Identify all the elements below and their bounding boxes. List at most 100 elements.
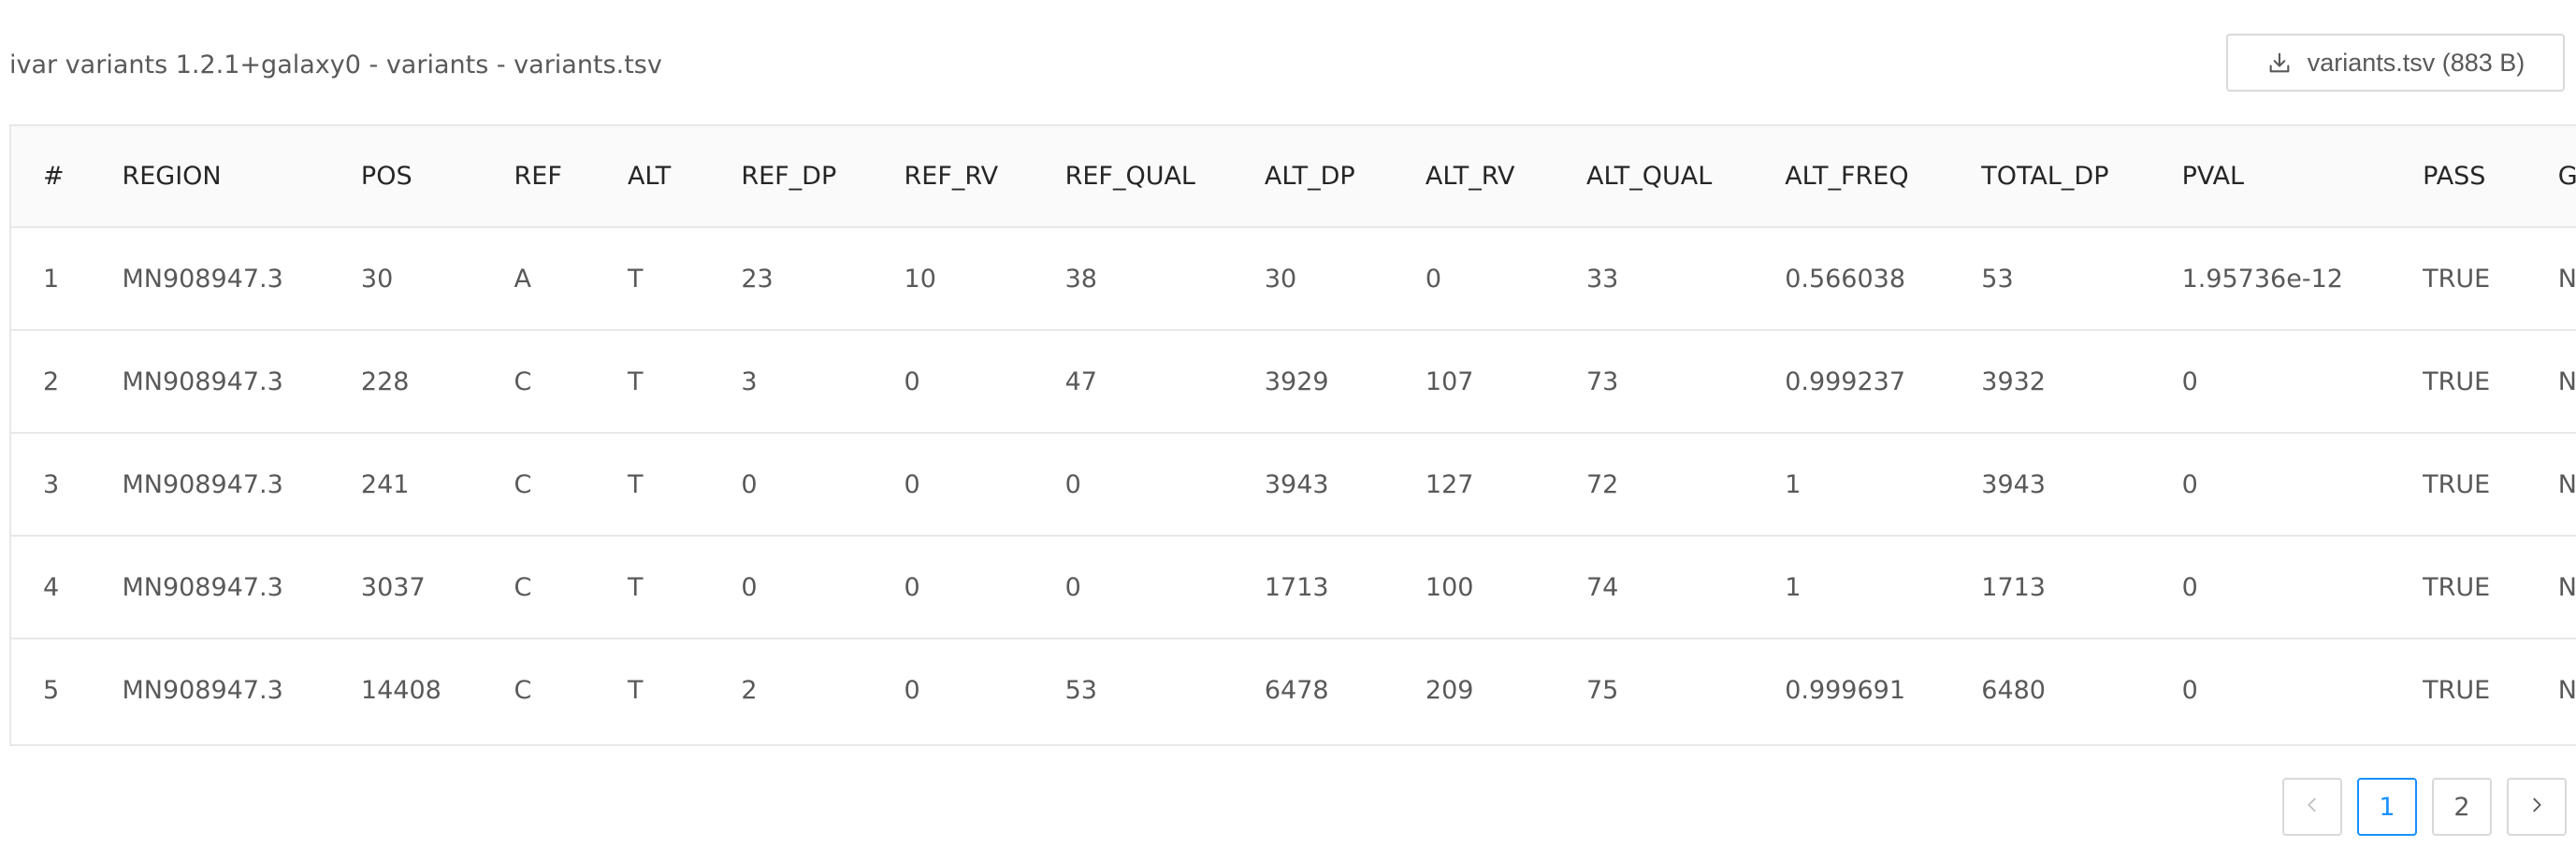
table-cell: TRUE xyxy=(2391,536,2526,639)
table-header-row: # REGION POS REF ALT REF_DP REF_RV REF_Q… xyxy=(11,126,2576,228)
table-cell: 3037 xyxy=(328,536,483,639)
table-cell: C xyxy=(482,330,596,434)
table-cell: 30 xyxy=(1232,227,1394,331)
table-cell: TRUE xyxy=(2391,433,2526,537)
pagination-page-1[interactable]: 1 xyxy=(2357,778,2417,836)
table-cell: 23 xyxy=(709,227,873,331)
table-cell: 0 xyxy=(872,536,1034,639)
table-cell: 1 xyxy=(11,227,91,331)
table-cell: 1 xyxy=(1753,433,1950,537)
table-cell: 6478 xyxy=(1264,675,1329,705)
column-header-gff-feature: GFF_FEATURE xyxy=(2525,126,2576,228)
download-button[interactable]: variants.tsv (883 B) xyxy=(2226,34,2565,92)
table-cell: 14408 xyxy=(360,675,441,705)
table-cell: 1713 xyxy=(1949,536,2150,639)
table-cell: 30 xyxy=(328,227,483,331)
page-title: ivar variants 1.2.1+galaxy0 - variants -… xyxy=(9,50,662,79)
column-header-ref-qual: REF_QUAL xyxy=(1033,126,1233,228)
column-header-index: # xyxy=(11,126,91,228)
download-icon xyxy=(2266,50,2293,76)
table-cell: C xyxy=(482,433,596,537)
table-cell: 0 xyxy=(2149,433,2392,537)
column-header-alt-freq: ALT_FREQ xyxy=(1753,126,1950,228)
column-header-alt-rv: ALT_RV xyxy=(1393,126,1555,228)
table-cell: 1 xyxy=(1753,536,1950,639)
table-cell: 0 xyxy=(1393,227,1555,331)
table-cell: 72 xyxy=(1555,433,1754,537)
table-cell: 209 xyxy=(1425,675,1474,705)
table-cell: 74 xyxy=(1555,536,1754,639)
table-cell: TRUE xyxy=(2391,227,2526,331)
table-row: 4 MN908947.3 3037 C T 0 0 0 1713 100 74 … xyxy=(11,536,2576,639)
table-cell: MN908947.3 xyxy=(90,536,329,639)
table-cell: 5 xyxy=(43,675,60,705)
table-cell: T xyxy=(595,330,710,434)
table-cell: 0.999237 xyxy=(1753,330,1950,434)
table-cell: 0 xyxy=(872,433,1034,537)
table-cell: 0 xyxy=(2149,536,2392,639)
table-cell: 53 xyxy=(1064,675,1097,705)
chevron-left-icon xyxy=(2302,793,2323,822)
table-cell: 107 xyxy=(1393,330,1555,434)
table-cell: C xyxy=(514,675,532,705)
table-cell: 0 xyxy=(1033,536,1233,639)
table-cell: 10 xyxy=(872,227,1034,331)
download-label: variants.tsv (883 B) xyxy=(2307,48,2525,77)
table-cell: 0 xyxy=(1033,433,1233,537)
table-cell: NA xyxy=(2525,433,2576,537)
table-cell: NA xyxy=(2525,330,2576,434)
table-cell: 0 xyxy=(904,675,920,705)
column-header-ref-rv: REF_RV xyxy=(872,126,1034,228)
table-cell: T xyxy=(595,227,710,331)
column-header-alt-qual: ALT_QUAL xyxy=(1555,126,1754,228)
table-cell: T xyxy=(595,433,710,537)
table-cell: 3943 xyxy=(1949,433,2150,537)
column-header-ref-dp: REF_DP xyxy=(709,126,873,228)
table-cell: 0.999691 xyxy=(1785,675,1906,705)
column-header-pval: PVAL xyxy=(2149,126,2392,228)
column-header-region: REGION xyxy=(90,126,329,228)
table-cell: 127 xyxy=(1393,433,1555,537)
pagination-next-button[interactable] xyxy=(2507,778,2567,836)
table-cell: 1713 xyxy=(1232,536,1394,639)
table-cell: 3929 xyxy=(1232,330,1394,434)
column-header-ref: REF xyxy=(482,126,596,228)
pagination-prev-button[interactable] xyxy=(2282,778,2342,836)
table-cell: 3932 xyxy=(1949,330,2150,434)
table-cell: MN908947.3 xyxy=(90,330,329,434)
table-cell: 0 xyxy=(872,330,1034,434)
table-cell: MN908947.3 xyxy=(90,433,329,537)
table-row: 2 MN908947.3 228 C T 3 0 47 3929 107 73 … xyxy=(11,330,2576,434)
column-header-alt-dp: ALT_DP xyxy=(1232,126,1394,228)
table-cell: 0 xyxy=(709,536,873,639)
table-cell: 0 xyxy=(2149,330,2392,434)
variants-table: # REGION POS REF ALT REF_DP REF_RV REF_Q… xyxy=(9,124,2576,746)
table-cell: 0 xyxy=(709,433,873,537)
table-cell: 2 xyxy=(11,330,91,434)
table-cell: 0 xyxy=(2181,675,2198,705)
table-cell: T xyxy=(595,536,710,639)
table-cell: 3 xyxy=(11,433,91,537)
column-header-pass: PASS xyxy=(2391,126,2526,228)
table-cell: T xyxy=(627,675,644,705)
table-cell: A xyxy=(482,227,596,331)
table-cell: 1.95736e-12 xyxy=(2149,227,2392,331)
table-cell: NA xyxy=(2525,536,2576,639)
column-header-total-dp: TOTAL_DP xyxy=(1949,126,2150,228)
table-cell: 6480 xyxy=(1981,675,2046,705)
table-cell: 33 xyxy=(1555,227,1754,331)
table-cell: NA xyxy=(2525,227,2576,331)
table-row: 3 MN908947.3 241 C T 0 0 0 3943 127 72 1… xyxy=(11,433,2576,537)
table-cell: 3 xyxy=(709,330,873,434)
table-cell: C xyxy=(482,536,596,639)
table-cell: 241 xyxy=(328,433,483,537)
column-header-alt: ALT xyxy=(595,126,710,228)
table-cell: 38 xyxy=(1033,227,1233,331)
table-cell: 53 xyxy=(1949,227,2150,331)
table-cell: 228 xyxy=(328,330,483,434)
table-cell: TRUE xyxy=(2391,330,2526,434)
pagination-page-2[interactable]: 2 xyxy=(2432,778,2492,836)
table-cell: 2 xyxy=(741,675,758,705)
table-cell: NA xyxy=(2557,675,2576,705)
table-cell: 73 xyxy=(1555,330,1754,434)
